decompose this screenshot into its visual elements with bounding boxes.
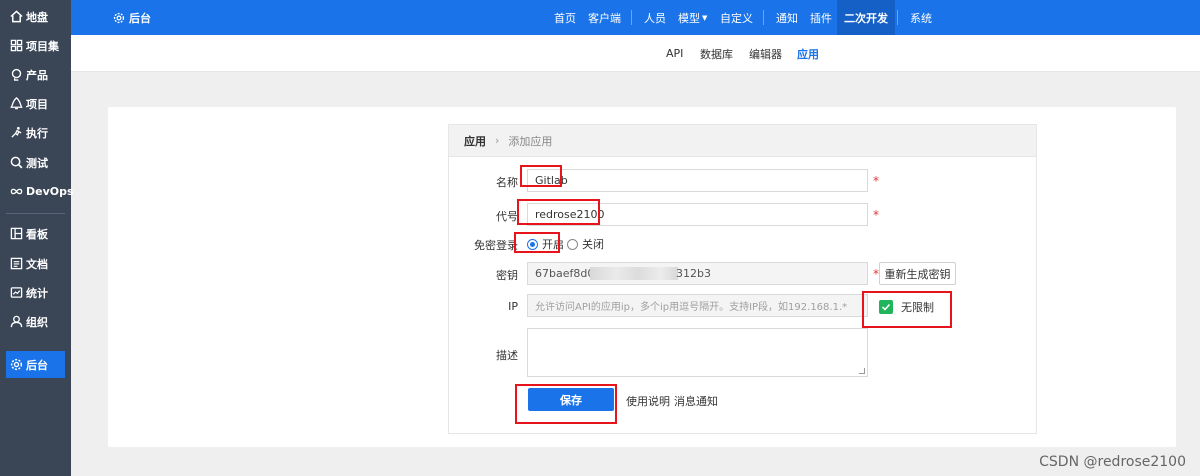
- home-icon: [10, 10, 23, 23]
- brand-label: 后台: [129, 11, 151, 25]
- code-input[interactable]: redrose2100: [527, 203, 868, 226]
- unlimited-label: 无限制: [901, 301, 934, 314]
- user-icon: [10, 315, 23, 328]
- sidebar-item-admin[interactable]: 后台: [6, 351, 65, 378]
- sidebar-item-org[interactable]: 组织: [6, 308, 65, 335]
- checkmark-icon: [879, 300, 893, 314]
- sidebar-item-label: 看板: [26, 227, 48, 241]
- login-off-radio[interactable]: 关闭: [567, 236, 604, 252]
- required-mark: *: [873, 208, 879, 222]
- bell-icon: [10, 97, 23, 110]
- breadcrumb: 应用 › 添加应用: [449, 125, 1036, 157]
- watermark: CSDN @redrose2100: [1039, 454, 1186, 470]
- nav-model-label: 模型: [678, 11, 700, 25]
- regenerate-secret-button[interactable]: 重新生成密钥: [879, 262, 956, 285]
- radio-dot-icon: [567, 238, 578, 250]
- chevron-down-icon: ▼: [702, 13, 708, 22]
- description-textarea[interactable]: [527, 328, 868, 377]
- nav-notify[interactable]: 通知: [776, 0, 798, 35]
- sidebar-item-execution[interactable]: 执行: [6, 119, 65, 146]
- nav-separator: [897, 10, 898, 25]
- redacted-blur: [590, 267, 678, 280]
- nav-secondary-dev[interactable]: 二次开发: [837, 0, 895, 35]
- subnav-editor[interactable]: 编辑器: [749, 35, 782, 72]
- ip-input[interactable]: 允许访问API的应用ip，多个ip用逗号隔开。支持IP段，如192.168.1.…: [527, 294, 868, 317]
- breadcrumb-separator: ›: [495, 134, 500, 147]
- sidebar-item-label: 产品: [26, 68, 48, 82]
- document-icon: [10, 257, 23, 270]
- secret-label: 密钥: [496, 269, 518, 282]
- sidebar-item-label: 文档: [26, 257, 48, 271]
- login-label: 免密登录: [474, 239, 518, 252]
- desc-label: 描述: [496, 349, 518, 362]
- brand-admin[interactable]: 后台: [113, 0, 151, 35]
- sidebar-item-label: DevOps: [26, 185, 74, 198]
- nav-home[interactable]: 首页: [554, 0, 576, 35]
- kanban-icon: [10, 227, 23, 240]
- sidebar-item-docs[interactable]: 文档: [6, 250, 65, 277]
- nav-separator: [631, 10, 632, 25]
- login-on-radio[interactable]: 开启: [527, 236, 564, 252]
- nav-model[interactable]: 模型 ▼: [678, 0, 707, 35]
- sidebar-item-devops[interactable]: DevOps: [6, 178, 74, 205]
- grid-icon: [10, 39, 23, 52]
- sidebar-item-label: 组织: [26, 315, 48, 329]
- nav-clients[interactable]: 客户端: [588, 0, 621, 35]
- required-mark: *: [873, 174, 879, 188]
- gear-icon: [10, 358, 23, 371]
- sidebar-item-program[interactable]: 项目集: [6, 32, 65, 59]
- run-icon: [10, 126, 23, 139]
- nav-plugins[interactable]: 插件: [810, 0, 832, 35]
- nav-separator: [763, 10, 764, 25]
- sidebar-item-stats[interactable]: 统计: [6, 279, 65, 306]
- name-input[interactable]: Gitlab: [527, 169, 868, 192]
- sidebar-item-label: 执行: [26, 126, 48, 140]
- left-sidebar: 地盘 项目集 产品 项目 执行 测试 DevOps 看板 文档 统计 组织 后台: [0, 0, 74, 476]
- sidebar-item-dashboard[interactable]: 地盘: [6, 3, 65, 30]
- infinity-icon: [10, 185, 23, 198]
- sidebar-item-label: 测试: [26, 156, 48, 170]
- sub-navbar: API 数据库 编辑器 应用: [71, 35, 1200, 72]
- subnav-database[interactable]: 数据库: [700, 35, 733, 72]
- radio-dot-icon: [527, 238, 538, 250]
- secret-prefix: 67baef8d0: [535, 267, 595, 280]
- resize-handle-icon[interactable]: [859, 368, 865, 374]
- nav-system[interactable]: 系统: [910, 0, 932, 35]
- search-icon: [10, 156, 23, 169]
- sidebar-item-label: 项目: [26, 97, 48, 111]
- subnav-api[interactable]: API: [666, 35, 683, 72]
- notify-link[interactable]: 消息通知: [674, 393, 718, 409]
- sidebar-item-label: 项目集: [26, 39, 59, 53]
- gear-icon: [113, 12, 125, 23]
- sidebar-item-label: 后台: [26, 358, 48, 372]
- secret-suffix: 312b3: [676, 267, 711, 280]
- nav-custom[interactable]: 自定义: [720, 0, 753, 35]
- lightbulb-icon: [10, 68, 23, 81]
- save-button[interactable]: 保存: [528, 388, 614, 411]
- login-off-label: 关闭: [582, 238, 604, 251]
- unlimited-checkbox[interactable]: 无限制: [879, 299, 934, 315]
- subnav-app[interactable]: 应用: [797, 35, 819, 72]
- sidebar-item-project[interactable]: 项目: [6, 90, 65, 117]
- chart-icon: [10, 286, 23, 299]
- sidebar-item-test[interactable]: 测试: [6, 149, 65, 176]
- breadcrumb-current: 添加应用: [508, 134, 553, 148]
- breadcrumb-root[interactable]: 应用: [464, 133, 486, 149]
- sidebar-item-label: 统计: [26, 286, 48, 300]
- nav-people[interactable]: 人员: [644, 0, 666, 35]
- sidebar-item-kanban[interactable]: 看板: [6, 220, 65, 247]
- name-label: 名称: [496, 176, 518, 189]
- sidebar-item-product[interactable]: 产品: [6, 61, 65, 88]
- code-label: 代号: [496, 210, 518, 223]
- sidebar-item-label: 地盘: [26, 10, 48, 24]
- sidebar-divider: [6, 213, 65, 214]
- login-on-label: 开启: [542, 238, 564, 251]
- ip-label: IP: [508, 300, 518, 313]
- usage-link[interactable]: 使用说明: [626, 393, 670, 409]
- top-navbar: 后台 首页 客户端 人员 模型 ▼ 自定义 通知 插件 二次开发 系统: [71, 0, 1200, 35]
